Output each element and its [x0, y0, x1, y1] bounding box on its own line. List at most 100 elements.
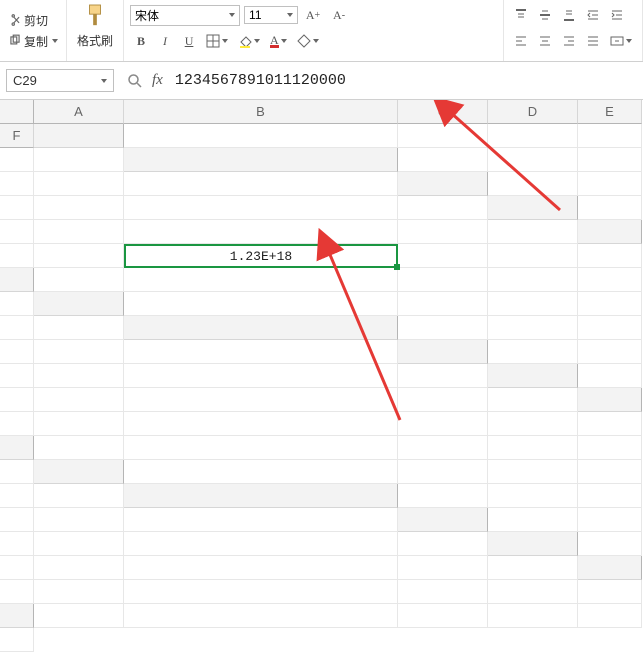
align-bottom-button[interactable]	[558, 4, 580, 26]
align-middle-button[interactable]	[534, 4, 556, 26]
cell[interactable]	[34, 580, 124, 604]
cell[interactable]	[488, 580, 578, 604]
format-painter-button[interactable]: 格式刷	[71, 2, 119, 49]
cell[interactable]	[398, 604, 488, 628]
increase-indent-button[interactable]	[606, 4, 628, 26]
row-header[interactable]	[578, 556, 642, 580]
col-header-f[interactable]: F	[0, 124, 34, 148]
cell[interactable]	[488, 388, 578, 412]
cell[interactable]	[0, 532, 34, 556]
cell[interactable]	[34, 508, 124, 532]
cell[interactable]	[0, 148, 34, 172]
row-header[interactable]	[488, 364, 578, 388]
row-header[interactable]	[34, 124, 124, 148]
cell[interactable]	[124, 292, 398, 316]
cell[interactable]	[578, 172, 642, 196]
cell[interactable]	[578, 196, 642, 220]
cell[interactable]	[578, 268, 642, 292]
formula-bar[interactable]: 1234567891011120000	[171, 70, 637, 91]
font-size-select[interactable]: 11	[244, 6, 298, 24]
cell[interactable]	[0, 388, 34, 412]
font-name-select[interactable]: 宋体	[130, 5, 240, 26]
cell[interactable]	[488, 460, 578, 484]
bold-button[interactable]: B	[130, 30, 152, 52]
cell[interactable]	[34, 196, 124, 220]
cell[interactable]	[34, 220, 124, 244]
cell[interactable]	[34, 484, 124, 508]
cell[interactable]	[0, 460, 34, 484]
cell[interactable]	[124, 268, 398, 292]
cell[interactable]	[34, 604, 124, 628]
cell[interactable]	[578, 124, 642, 148]
cell[interactable]	[488, 124, 578, 148]
row-header[interactable]	[578, 388, 642, 412]
cell[interactable]	[34, 172, 124, 196]
cell[interactable]	[488, 220, 578, 244]
cell[interactable]	[0, 556, 34, 580]
cell[interactable]	[398, 124, 488, 148]
cell[interactable]	[578, 508, 642, 532]
cell[interactable]	[34, 556, 124, 580]
cell[interactable]	[34, 436, 124, 460]
decrease-indent-button[interactable]	[582, 4, 604, 26]
cell[interactable]	[124, 340, 398, 364]
cell[interactable]	[124, 412, 398, 436]
cell[interactable]	[398, 148, 488, 172]
col-header-d[interactable]: D	[488, 100, 578, 124]
cell[interactable]	[398, 532, 488, 556]
cell[interactable]	[0, 580, 34, 604]
cell[interactable]	[124, 364, 398, 388]
cell[interactable]	[0, 220, 34, 244]
cell[interactable]	[488, 292, 578, 316]
row-header[interactable]	[34, 460, 124, 484]
cell[interactable]	[398, 244, 488, 268]
cell[interactable]	[488, 436, 578, 460]
cell[interactable]	[398, 316, 488, 340]
col-header-e[interactable]: E	[578, 100, 642, 124]
cell[interactable]	[34, 268, 124, 292]
cell[interactable]	[578, 484, 642, 508]
cell[interactable]	[578, 412, 642, 436]
cell[interactable]	[124, 532, 398, 556]
cell[interactable]	[398, 388, 488, 412]
cell[interactable]	[398, 196, 488, 220]
cell[interactable]	[398, 220, 488, 244]
cell[interactable]	[124, 508, 398, 532]
cell[interactable]	[34, 532, 124, 556]
decrease-font-button[interactable]: A-	[328, 4, 350, 26]
cell[interactable]	[398, 580, 488, 604]
cell[interactable]	[124, 580, 398, 604]
row-header[interactable]	[0, 604, 34, 628]
cell[interactable]	[398, 436, 488, 460]
cell[interactable]	[578, 316, 642, 340]
underline-button[interactable]: U	[178, 30, 200, 52]
cell[interactable]	[0, 340, 34, 364]
cell[interactable]	[488, 484, 578, 508]
cell[interactable]	[578, 292, 642, 316]
italic-button[interactable]: I	[154, 30, 176, 52]
cell[interactable]	[0, 364, 34, 388]
cell[interactable]	[398, 460, 488, 484]
cell[interactable]	[578, 364, 642, 388]
select-all-corner[interactable]	[0, 100, 34, 124]
cell[interactable]	[124, 172, 398, 196]
align-left-button[interactable]	[510, 30, 532, 52]
cell[interactable]	[578, 148, 642, 172]
col-header-c[interactable]: C	[398, 100, 488, 124]
merge-button[interactable]	[606, 30, 636, 52]
search-icon[interactable]	[126, 72, 144, 90]
cut-button[interactable]: 剪切	[4, 10, 62, 31]
cell[interactable]	[34, 412, 124, 436]
cell[interactable]	[0, 412, 34, 436]
cell[interactable]	[398, 364, 488, 388]
cell[interactable]	[124, 196, 398, 220]
row-header[interactable]	[398, 340, 488, 364]
cell[interactable]	[578, 580, 642, 604]
increase-font-button[interactable]: A+	[302, 4, 324, 26]
align-center-button[interactable]	[534, 30, 556, 52]
cell[interactable]	[578, 340, 642, 364]
cell[interactable]	[124, 436, 398, 460]
cell[interactable]	[34, 148, 124, 172]
name-box[interactable]: C29	[6, 69, 114, 92]
active-cell[interactable]: 1.23E+18	[124, 244, 398, 268]
